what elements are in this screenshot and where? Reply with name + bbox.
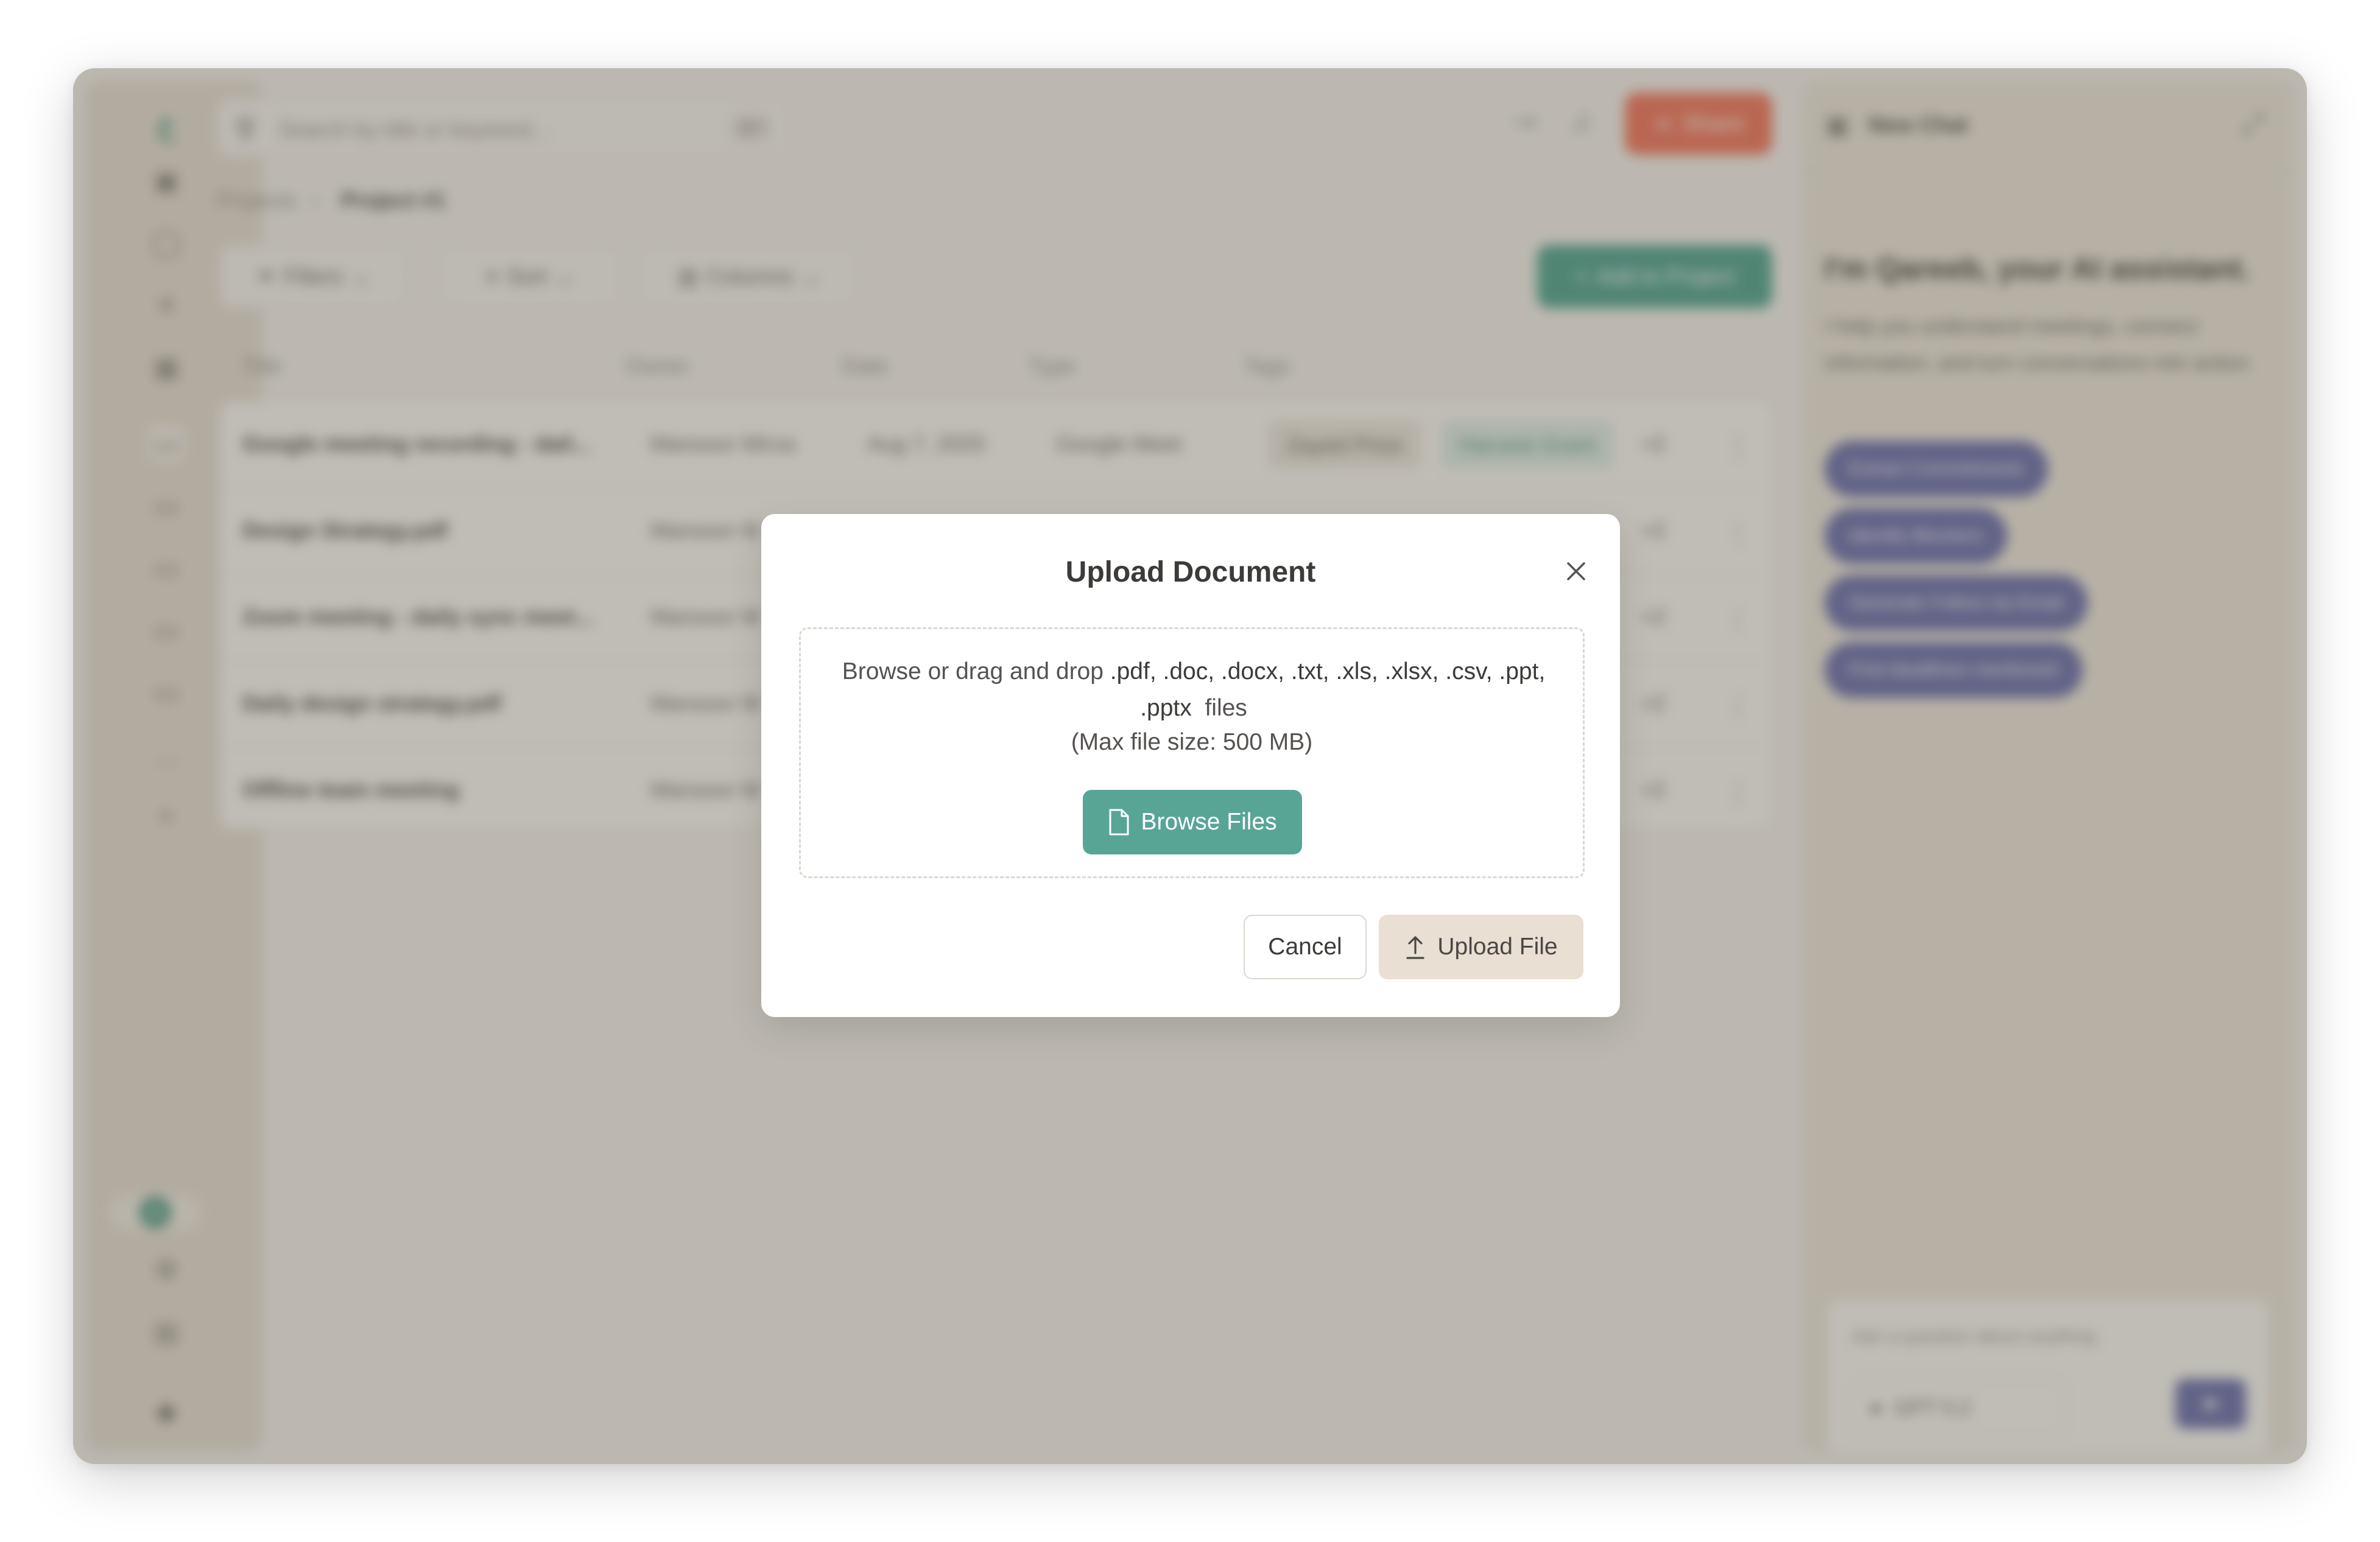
- file-icon: [1108, 809, 1130, 836]
- file-dropzone[interactable]: Browse or drag and drop .pdf, .doc, .doc…: [799, 627, 1585, 878]
- upload-document-dialog: Upload Document Browse or drag and drop …: [761, 514, 1620, 1017]
- upload-file-label: Upload File: [1437, 934, 1558, 960]
- browse-files-button[interactable]: Browse Files: [1083, 790, 1302, 854]
- max-file-size: (Max file size: 500 MB): [1071, 729, 1313, 755]
- accepted-extensions: .pdf, .doc, .docx, .txt, .xls, .xlsx, .c…: [1110, 658, 1546, 721]
- close-icon[interactable]: [1559, 554, 1593, 588]
- dropzone-suffix: files: [1205, 695, 1247, 721]
- dropzone-instructions: Browse or drag and drop .pdf, .doc, .doc…: [837, 653, 1550, 727]
- dropzone-prefix: Browse or drag and drop: [842, 658, 1104, 685]
- browse-files-label: Browse Files: [1141, 809, 1277, 835]
- upload-file-button[interactable]: Upload File: [1379, 915, 1583, 979]
- cancel-label: Cancel: [1268, 934, 1342, 960]
- dialog-title: Upload Document: [1065, 556, 1316, 588]
- app-window: ع ▣ ◯ ≡ ▦ ▭ ▭ ▭ ▭ ▭ … + A ⚙ ▤ ◆ ⚲ Search…: [73, 68, 2307, 1464]
- cancel-button[interactable]: Cancel: [1244, 915, 1367, 979]
- upload-icon: [1404, 934, 1426, 960]
- screen: ع ▣ ◯ ≡ ▦ ▭ ▭ ▭ ▭ ▭ … + A ⚙ ▤ ◆ ⚲ Search…: [0, 0, 2380, 1542]
